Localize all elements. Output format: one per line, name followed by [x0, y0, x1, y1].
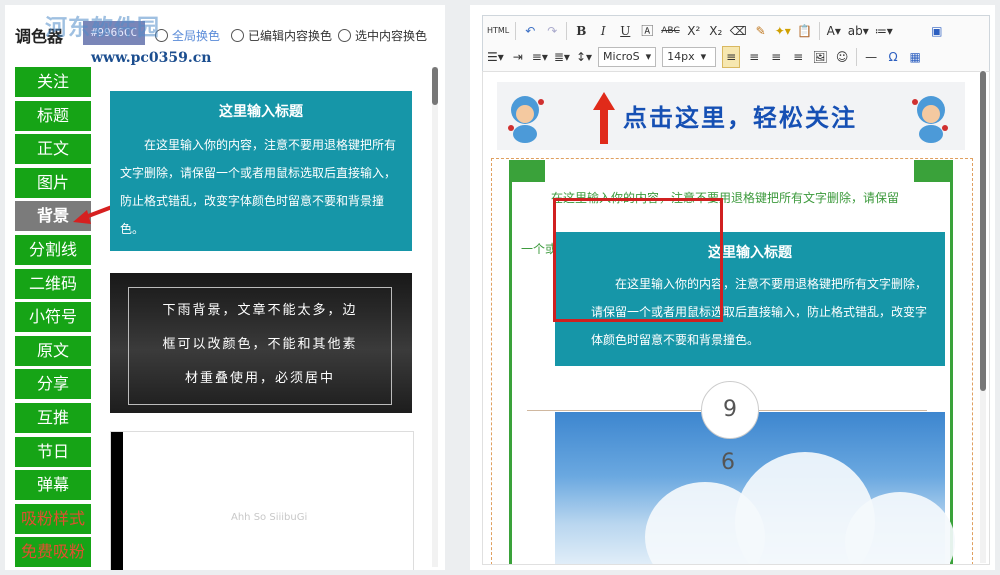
radio-edited-recolor[interactable]: 已编辑内容换色 [231, 27, 332, 44]
underline-button[interactable]: U [617, 21, 633, 41]
template-ghost-text: Ahh So SiiibuGi [231, 512, 308, 523]
chevron-down-icon: ▾ [700, 50, 707, 63]
bold-button[interactable]: B [573, 21, 589, 41]
template-black-bar [111, 432, 123, 570]
line-spacing-top-icon[interactable]: ≡▾ [532, 47, 548, 67]
highlight-color-icon[interactable]: ab▾ [848, 21, 869, 41]
row-height-icon[interactable]: ↕▾ [576, 47, 592, 67]
background-template-rain[interactable]: 下雨背景，文章不能太多，边 框可以改颜色，不能和其他素 材重叠使用，必须居中 [110, 273, 412, 413]
horizontal-rule-icon[interactable]: — [863, 47, 879, 67]
align-left-icon[interactable]: ≡ [722, 46, 741, 68]
up-arrow-icon [593, 92, 615, 144]
nav-item-body[interactable]: 正文 [15, 134, 91, 165]
radio-selected-recolor[interactable]: 选中内容换色 [338, 27, 427, 44]
background-template-teal[interactable]: 这里输入标题 在这里输入你的内容，注意不要用退格键把所有文字删除，请保留一个或者… [110, 91, 412, 251]
magic-icon[interactable]: ✦▾ [775, 21, 791, 41]
radio-circle[interactable] [338, 29, 351, 42]
editor-toolbar: HTML ↶ ↷ B I U 🄰 ABC X² X₂ ⌫ ✎ ✦▾ 📋 A▾ a… [482, 15, 990, 73]
html-source-button[interactable]: HTML [487, 21, 509, 41]
bullet-list-icon[interactable]: ☰▾ [487, 47, 504, 67]
scrollbar-thumb[interactable] [980, 71, 986, 391]
green-corner [509, 160, 545, 182]
rain-template-frame: 下雨背景，文章不能太多，边 框可以改颜色，不能和其他素 材重叠使用，必须居中 [128, 287, 392, 405]
font-color-icon[interactable]: A▾ [826, 21, 842, 41]
cartoon-doll-icon [912, 96, 948, 143]
banner-follow-text: 点击这里，轻松关注 [623, 104, 857, 132]
template-body: 在这里输入你的内容，注意不要用退格键把所有文字删除，请保留一个或者用鼠标选取后直… [120, 138, 397, 236]
toolbar-separator [856, 48, 858, 66]
font-size-select[interactable]: 14px ▾ [662, 47, 717, 67]
follow-banner[interactable]: 点击这里，轻松关注 [497, 82, 965, 150]
radio-label: 全局换色 [172, 29, 221, 43]
align-right-icon[interactable]: ≡ [768, 47, 784, 67]
toolbar-row-2: ☰▾ ⇥ ≡▾ ≣▾ ↕▾ MicroS ▾ 14px ▾ ≡ ≡ ≡ ≡ 🖼 ☺ … [487, 44, 923, 70]
green-corner [914, 160, 950, 182]
nav-item-holiday[interactable]: 节日 [15, 436, 91, 467]
nav-item-free-followers[interactable]: 免费吸粉 [15, 537, 91, 568]
snow-tree-photo [555, 412, 955, 564]
nav-item-cross-promo[interactable]: 互推 [15, 402, 91, 433]
color-toolbar: 调色器 #9966CC 全局换色 已编辑内容换色 选中内容换色 河东软件园 ww… [5, 5, 445, 66]
toolbar-row-1: HTML ↶ ↷ B I U 🄰 ABC X² X₂ ⌫ ✎ ✦▾ 📋 A▾ a… [487, 18, 945, 44]
right-scrollbar[interactable] [980, 71, 986, 563]
nav-item-follower-style[interactable]: 吸粉样式 [15, 503, 91, 534]
insert-image-icon[interactable]: 🖼 [812, 47, 828, 67]
left-scrollbar[interactable] [432, 67, 438, 567]
nav-item-divider[interactable]: 分割线 [15, 234, 91, 265]
align-justify-icon[interactable]: ≡ [790, 47, 806, 67]
subscript-icon[interactable]: X₂ [708, 21, 724, 41]
background-template-plain[interactable]: Ahh So SiiibuGi [110, 431, 414, 570]
nav-item-symbol[interactable]: 小符号 [15, 302, 91, 333]
watermark-url: www.pc0359.cn [91, 50, 212, 66]
template-title: 这里输入标题 [219, 104, 303, 120]
superscript-icon[interactable]: X² [686, 21, 702, 41]
category-nav: 关注 标题 正文 图片 背景 分割线 二维码 小符号 原文 分享 互推 节日 弹… [15, 67, 91, 570]
paragraph-spacing-icon[interactable]: ≣▾ [554, 47, 570, 67]
font-border-icon[interactable]: 🄰 [639, 21, 655, 41]
rain-template-line: 框可以改颜色，不能和其他素 [162, 337, 358, 352]
eraser-icon[interactable]: ⌫ [730, 21, 747, 41]
paste-icon[interactable]: 📋 [797, 21, 813, 41]
radio-circle[interactable] [231, 29, 244, 42]
scrollbar-thumb[interactable] [432, 67, 438, 105]
nav-item-original[interactable]: 原文 [15, 335, 91, 366]
radio-label: 已编辑内容换色 [248, 29, 333, 43]
material-panel: 调色器 #9966CC 全局换色 已编辑内容换色 选中内容换色 河东软件园 ww… [5, 5, 445, 570]
nav-item-danmaku[interactable]: 弹幕 [15, 470, 91, 501]
nav-item-share[interactable]: 分享 [15, 369, 91, 400]
radio-label: 选中内容换色 [355, 29, 428, 43]
toolbar-separator [818, 22, 820, 40]
italic-button[interactable]: I [595, 21, 611, 41]
strikethrough-icon[interactable]: ABC [661, 21, 679, 41]
format-brush-icon[interactable]: ✎ [753, 21, 769, 41]
nav-item-qrcode[interactable]: 二维码 [15, 268, 91, 299]
align-center-icon[interactable]: ≡ [746, 47, 762, 67]
editor-content-area[interactable]: 点击这里，轻松关注 在这里输入你的内容，注意不要用退格键把所有文字删除，请保留 … [482, 71, 990, 565]
chevron-down-icon: ▾ [645, 50, 652, 63]
nav-item-title[interactable]: 标题 [15, 100, 91, 131]
toolbar-separator [515, 22, 517, 40]
font-family-value: MicroS [603, 50, 640, 63]
table-icon[interactable]: ▦ [907, 47, 923, 67]
number-circle: 9 [701, 381, 759, 439]
rain-template-line: 材重叠使用，必须居中 [184, 371, 335, 386]
font-family-select[interactable]: MicroS ▾ [598, 47, 657, 67]
editor-panel: HTML ↶ ↷ B I U 🄰 ABC X² X₂ ⌫ ✎ ✦▾ 📋 A▾ a… [470, 5, 995, 570]
red-highlight-box [553, 198, 723, 322]
watermark-text: 河东软件园 [45, 16, 161, 41]
font-size-value: 14px [667, 50, 695, 63]
redo-icon[interactable]: ↷ [544, 21, 560, 41]
cartoon-doll-icon [508, 96, 544, 143]
nav-item-follow[interactable]: 关注 [15, 67, 91, 97]
emoji-icon[interactable]: ☺ [834, 47, 850, 67]
fullscreen-icon[interactable]: ▣ [929, 21, 945, 41]
radio-global-recolor[interactable]: 全局换色 [155, 27, 220, 44]
special-char-icon[interactable]: Ω [885, 47, 901, 67]
number-below: 6 [721, 450, 735, 475]
toolbar-separator [566, 22, 568, 40]
indent-icon[interactable]: ⇥ [510, 47, 526, 67]
rain-template-line: 下雨背景，文章不能太多，边 [162, 303, 358, 318]
numbered-list-icon[interactable]: ≔▾ [875, 21, 893, 41]
undo-icon[interactable]: ↶ [522, 21, 538, 41]
